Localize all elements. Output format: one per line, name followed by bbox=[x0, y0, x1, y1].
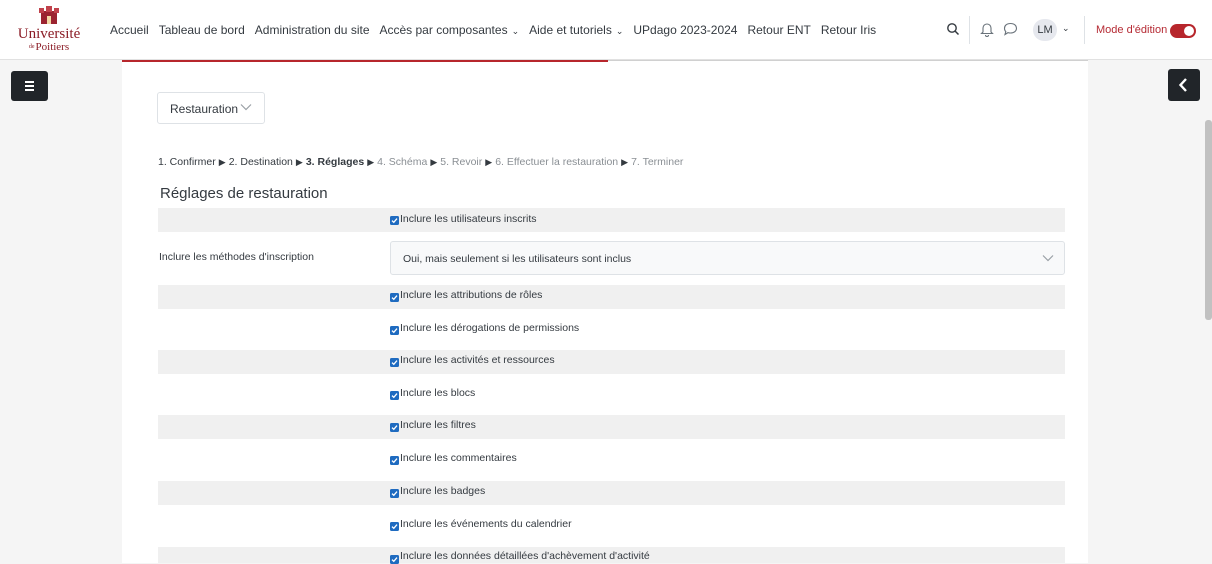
arrow-right-icon: ▶ bbox=[218, 157, 226, 167]
chat-icon[interactable] bbox=[1003, 22, 1018, 36]
nav-retour-ent[interactable]: Retour ENT bbox=[747, 23, 810, 37]
nav-administration[interactable]: Administration du site bbox=[255, 23, 370, 37]
step-4: 4. Schéma bbox=[377, 156, 428, 168]
section-title: Réglages de restauration bbox=[160, 185, 328, 202]
check-icon bbox=[391, 295, 398, 301]
setting-row-activities: Inclure les activités et ressources bbox=[158, 350, 1065, 374]
checkbox-comments[interactable] bbox=[390, 456, 399, 465]
setting-label-enrolments: Inclure les méthodes d'inscription bbox=[159, 251, 314, 263]
checkbox-blocks[interactable] bbox=[390, 391, 399, 400]
checkbox-permissions[interactable] bbox=[390, 326, 399, 335]
nav-tableau-de-bord[interactable]: Tableau de bord bbox=[159, 23, 245, 37]
checkbox-roles[interactable] bbox=[390, 293, 399, 302]
check-icon bbox=[391, 218, 398, 224]
setting-label-users: Inclure les utilisateurs inscrits bbox=[400, 213, 537, 225]
top-navbar: Université dePoitiers Accueil Tableau de… bbox=[0, 0, 1212, 60]
enrolment-methods-value: Oui, mais seulement si les utilisateurs … bbox=[403, 253, 632, 265]
check-icon bbox=[391, 393, 398, 399]
check-icon bbox=[391, 360, 398, 366]
open-block-drawer-button[interactable] bbox=[1168, 69, 1200, 101]
list-icon bbox=[25, 81, 34, 91]
toggle-knob bbox=[1184, 26, 1194, 36]
setting-row-users: Inclure les utilisateurs inscrits bbox=[158, 208, 1065, 232]
nav-accueil[interactable]: Accueil bbox=[110, 23, 149, 37]
main-content: Restauration 1. Confirmer ▶ 2. Destination… bbox=[122, 60, 1088, 564]
checkbox-activities[interactable] bbox=[390, 358, 399, 367]
search-icon[interactable] bbox=[946, 22, 960, 36]
check-icon bbox=[391, 491, 398, 497]
page-progress-bar bbox=[122, 60, 608, 62]
checkbox-calendar[interactable] bbox=[390, 522, 399, 531]
step-7: 7. Terminer bbox=[631, 156, 684, 168]
nav-retour-iris[interactable]: Retour Iris bbox=[821, 23, 876, 37]
page-progress-track bbox=[608, 60, 1088, 61]
logo-text-line1: Université bbox=[17, 26, 81, 42]
check-icon bbox=[391, 425, 398, 431]
setting-label-comments: Inclure les commentaires bbox=[400, 452, 517, 464]
chevron-down-icon bbox=[240, 104, 252, 111]
setting-label-badges: Inclure les badges bbox=[400, 485, 486, 497]
university-logo[interactable]: Université dePoitiers bbox=[14, 6, 84, 54]
checkbox-users[interactable] bbox=[390, 216, 399, 225]
step-6: 6. Effectuer la restauration bbox=[495, 156, 619, 168]
setting-label-blocks: Inclure les blocs bbox=[400, 387, 476, 399]
bell-icon[interactable] bbox=[980, 22, 994, 37]
nav-aide-tutoriels[interactable]: Aide et tutoriels ⌄ bbox=[529, 23, 623, 37]
setting-label-roles: Inclure les attributions de rôles bbox=[400, 289, 543, 301]
setting-label-calendar: Inclure les événements du calendrier bbox=[400, 518, 572, 530]
checkbox-badges[interactable] bbox=[390, 489, 399, 498]
setting-label-completion: Inclure les données détaillées d'achèvem… bbox=[400, 550, 650, 562]
divider bbox=[969, 16, 970, 44]
chevron-left-icon bbox=[1178, 78, 1187, 92]
setting-row-permissions: Inclure les dérogations de permissions bbox=[158, 318, 1065, 342]
setting-row-enrolments: Inclure les méthodes d'inscription Oui, … bbox=[158, 241, 1065, 275]
step-1: 1. Confirmer bbox=[158, 156, 216, 168]
primary-navigation: Accueil Tableau de bord Administration d… bbox=[110, 0, 886, 60]
step-5: 5. Revoir bbox=[440, 156, 483, 168]
chevron-down-icon bbox=[1042, 255, 1054, 262]
page-select-value: Restauration bbox=[170, 102, 239, 116]
setting-label-activities: Inclure les activités et ressources bbox=[400, 354, 555, 366]
setting-label-filters: Inclure les filtres bbox=[400, 419, 476, 431]
divider bbox=[1084, 16, 1085, 44]
chevron-down-icon: ⌄ bbox=[511, 26, 520, 36]
open-course-index-button[interactable] bbox=[11, 71, 48, 101]
setting-row-comments: Inclure les commentaires bbox=[158, 448, 1065, 472]
checkbox-filters[interactable] bbox=[390, 423, 399, 432]
check-icon bbox=[391, 328, 398, 334]
page-select[interactable]: Restauration bbox=[157, 92, 265, 124]
user-avatar[interactable]: LM bbox=[1033, 19, 1057, 41]
page-scrollbar[interactable] bbox=[1205, 120, 1212, 320]
edit-mode-toggle[interactable] bbox=[1170, 24, 1196, 38]
arrow-right-icon: ▶ bbox=[430, 157, 438, 167]
setting-row-calendar: Inclure les événements du calendrier bbox=[158, 514, 1065, 538]
logo-text-line2: dePoitiers bbox=[28, 41, 70, 53]
setting-label-permissions: Inclure les dérogations de permissions bbox=[400, 322, 580, 334]
arrow-right-icon: ▶ bbox=[621, 157, 629, 167]
arrow-right-icon: ▶ bbox=[485, 157, 493, 167]
check-icon bbox=[391, 557, 398, 563]
setting-row-roles: Inclure les attributions de rôles bbox=[158, 285, 1065, 309]
setting-row-blocks: Inclure les blocs bbox=[158, 383, 1065, 407]
arrow-right-icon: ▶ bbox=[367, 157, 375, 167]
check-icon bbox=[391, 524, 398, 530]
nav-acces-composantes[interactable]: Accès par composantes ⌄ bbox=[380, 23, 520, 37]
enrolment-methods-select[interactable]: Oui, mais seulement si les utilisateurs … bbox=[390, 241, 1065, 275]
crest-icon bbox=[39, 6, 59, 24]
arrow-right-icon: ▶ bbox=[295, 157, 303, 167]
step-3: 3. Réglages bbox=[305, 156, 365, 168]
setting-row-badges: Inclure les badges bbox=[158, 481, 1065, 505]
check-icon bbox=[391, 458, 398, 464]
chevron-down-icon[interactable]: ⌄ bbox=[1062, 23, 1070, 34]
chevron-down-icon: ⌄ bbox=[615, 26, 624, 36]
edit-mode-label: Mode d'édition bbox=[1096, 24, 1168, 36]
nav-updago[interactable]: UPdago 2023-2024 bbox=[633, 23, 737, 37]
setting-row-completion: Inclure les données détaillées d'achèvem… bbox=[158, 547, 1065, 564]
setting-row-filters: Inclure les filtres bbox=[158, 415, 1065, 439]
restore-steps: 1. Confirmer ▶ 2. Destination ▶ 3. Réglages ▶… bbox=[158, 156, 683, 168]
step-2: 2. Destination bbox=[228, 156, 293, 168]
